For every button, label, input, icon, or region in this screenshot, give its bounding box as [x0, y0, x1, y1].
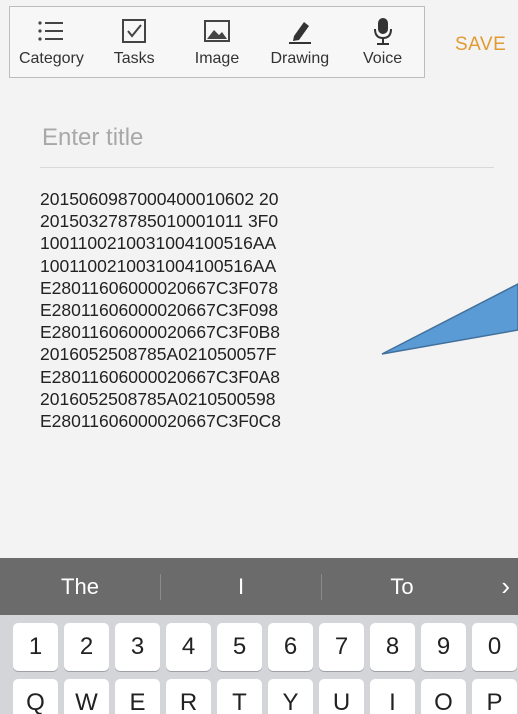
key-5[interactable]: 5: [217, 623, 262, 671]
key-u[interactable]: U: [319, 679, 364, 714]
suggestion-i[interactable]: I: [161, 574, 321, 600]
key-y[interactable]: Y: [268, 679, 313, 714]
key-i[interactable]: I: [370, 679, 415, 714]
key-2[interactable]: 2: [64, 623, 109, 671]
key-9[interactable]: 9: [421, 623, 466, 671]
suggestion-to[interactable]: To: [322, 574, 482, 600]
key-8[interactable]: 8: [370, 623, 415, 671]
key-7[interactable]: 7: [319, 623, 364, 671]
suggestion-bar: The I To ›: [0, 558, 518, 615]
key-6[interactable]: 6: [268, 623, 313, 671]
chevron-right-icon[interactable]: ›: [482, 571, 518, 602]
key-0[interactable]: 0: [472, 623, 517, 671]
keyboard: 1 2 3 4 5 6 7 8 9 0 Q W E R T Y U I O P: [0, 615, 518, 714]
suggestion-the[interactable]: The: [0, 574, 160, 600]
key-o[interactable]: O: [421, 679, 466, 714]
key-t[interactable]: T: [217, 679, 262, 714]
key-q[interactable]: Q: [13, 679, 58, 714]
key-e[interactable]: E: [115, 679, 160, 714]
key-w[interactable]: W: [64, 679, 109, 714]
key-4[interactable]: 4: [166, 623, 211, 671]
key-3[interactable]: 3: [115, 623, 160, 671]
key-r[interactable]: R: [166, 679, 211, 714]
key-1[interactable]: 1: [13, 623, 58, 671]
key-p[interactable]: P: [472, 679, 517, 714]
